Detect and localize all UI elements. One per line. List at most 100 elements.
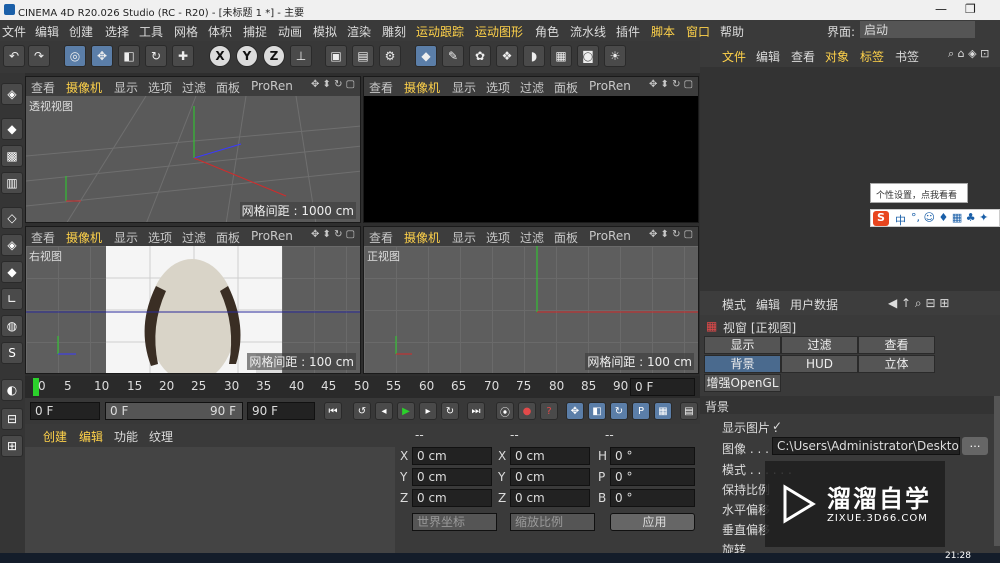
tab-hud[interactable]: HUD xyxy=(781,355,858,373)
vp-menu-panel[interactable]: 面板 xyxy=(554,79,578,96)
redo-icon[interactable]: ↷ xyxy=(28,45,50,67)
timeline-ruler[interactable]: 0 5 10 15 20 25 30 35 40 45 50 55 60 65 … xyxy=(25,376,700,398)
vp-menu-proren[interactable]: ProRen xyxy=(251,79,293,93)
vp-menu-display[interactable]: 显示 xyxy=(114,79,138,96)
solo-icon[interactable]: ◐ xyxy=(1,379,23,401)
vp-nav-icons[interactable]: ✥ ⬍ ↻ ▢ xyxy=(311,229,355,240)
vp-menu-display[interactable]: 显示 xyxy=(452,229,476,246)
menu-render[interactable]: 渲染 xyxy=(347,23,371,40)
render-settings-icon[interactable]: ⚙ xyxy=(379,45,401,67)
viewport-perspective[interactable]: 查看 摄像机 显示 选项 过滤 面板 ProRen ✥ ⬍ ↻ ▢ 透视视图 网… xyxy=(25,76,361,223)
vp-menu-panel[interactable]: 面板 xyxy=(216,229,240,246)
vp-menu-view[interactable]: 查看 xyxy=(369,229,393,246)
vp-menu-view[interactable]: 查看 xyxy=(369,79,393,96)
edges-mode-icon[interactable]: ◈ xyxy=(1,234,23,256)
axis-mode-icon[interactable]: ∟ xyxy=(1,288,23,310)
rot-p-field[interactable]: 0 ° xyxy=(610,468,695,486)
pos-y-field[interactable]: 0 cm xyxy=(412,468,492,486)
timeline-window-icon[interactable]: ▤ xyxy=(680,402,698,420)
keyframe-selection-icon[interactable]: ? xyxy=(540,402,558,420)
attr-menu-edit[interactable]: 编辑 xyxy=(756,296,780,313)
move-icon[interactable]: ✥ xyxy=(91,45,113,67)
vp-menu-panel[interactable]: 面板 xyxy=(554,229,578,246)
attr-menu-userdata[interactable]: 用户数据 xyxy=(790,296,838,313)
menu-motion-tracking[interactable]: 运动跟踪 xyxy=(416,23,464,40)
menu-volume[interactable]: 体积 xyxy=(208,23,232,40)
menu-script[interactable]: 脚本 xyxy=(651,23,675,40)
menu-file[interactable]: 文件 xyxy=(2,23,26,40)
vp-menu-proren[interactable]: ProRen xyxy=(251,229,293,243)
tab-filter[interactable]: 过滤 xyxy=(781,336,858,354)
render-picture-viewer-icon[interactable]: ▤ xyxy=(352,45,374,67)
menu-sculpt[interactable]: 雕刻 xyxy=(382,23,406,40)
menu-tools[interactable]: 工具 xyxy=(139,23,163,40)
attr-menu-mode[interactable]: 模式 xyxy=(722,296,746,313)
menu-help[interactable]: 帮助 xyxy=(720,23,744,40)
vp-menu-options[interactable]: 选项 xyxy=(148,229,172,246)
make-editable-icon[interactable]: ◈ xyxy=(1,83,23,105)
texture-mode-icon[interactable]: ▩ xyxy=(1,145,23,167)
menu-character[interactable]: 角色 xyxy=(535,23,559,40)
vp-nav-icons[interactable]: ✥ ⬍ ↻ ▢ xyxy=(649,229,693,240)
menu-snap[interactable]: 捕捉 xyxy=(243,23,267,40)
size-x-field[interactable]: 0 cm xyxy=(510,447,590,465)
goto-end-icon[interactable]: ⏭ xyxy=(467,402,485,420)
tab-display[interactable]: 显示 xyxy=(704,336,781,354)
play-icon[interactable]: ▶ xyxy=(397,402,415,420)
mat-menu-edit[interactable]: 编辑 xyxy=(79,428,103,445)
recent-tool-icon[interactable]: ✚ xyxy=(172,45,194,67)
vp-menu-display[interactable]: 显示 xyxy=(114,229,138,246)
live-select-icon[interactable]: ◎ xyxy=(64,45,86,67)
menu-create[interactable]: 创建 xyxy=(69,23,93,40)
start-frame-field[interactable]: 0 F xyxy=(30,402,100,420)
vp-menu-camera[interactable]: 摄像机 xyxy=(404,79,440,96)
next-key-icon[interactable]: ↻ xyxy=(441,402,459,420)
vp-menu-options[interactable]: 选项 xyxy=(486,229,510,246)
rot-b-field[interactable]: 0 ° xyxy=(610,489,695,507)
key-scale-icon[interactable]: ◧ xyxy=(588,402,606,420)
coordinate-system-icon[interactable]: ⊥ xyxy=(290,45,312,67)
maximize-button[interactable]: ❐ xyxy=(965,2,976,16)
vp-menu-proren[interactable]: ProRen xyxy=(589,79,631,93)
scale-select[interactable]: 缩放比例 xyxy=(510,513,595,531)
vp-menu-filter[interactable]: 过滤 xyxy=(182,229,206,246)
vp-menu-view[interactable]: 查看 xyxy=(31,229,55,246)
menu-mesh[interactable]: 网格 xyxy=(174,23,198,40)
obj-menu-edit[interactable]: 编辑 xyxy=(756,48,780,65)
goto-start-icon[interactable]: ⏮ xyxy=(324,402,342,420)
obj-menu-bookmarks[interactable]: 书签 xyxy=(895,48,919,65)
viewport-front[interactable]: 查看 摄像机 显示 选项 过滤 面板 ProRen ✥ ⬍ ↻ ▢ 正视图 网格… xyxy=(363,226,699,374)
record-keys-icon[interactable]: ⦿ xyxy=(496,402,514,420)
browse-button[interactable]: … xyxy=(962,437,988,455)
vp-menu-display[interactable]: 显示 xyxy=(452,79,476,96)
interface-select[interactable]: 启动 xyxy=(860,21,975,38)
vp-nav-icons[interactable]: ✥ ⬍ ↻ ▢ xyxy=(649,79,693,90)
vp-menu-options[interactable]: 选项 xyxy=(148,79,172,96)
prev-frame-icon[interactable]: ◂ xyxy=(375,402,393,420)
end-frame-field[interactable]: 90 F xyxy=(247,402,315,420)
obj-menu-object[interactable]: 对象 xyxy=(825,48,849,65)
key-parameter-icon[interactable]: P xyxy=(632,402,650,420)
tab-stereo[interactable]: 立体 xyxy=(858,355,935,373)
pen-icon[interactable]: ✎ xyxy=(442,45,464,67)
menu-plugins[interactable]: 插件 xyxy=(616,23,640,40)
apply-button[interactable]: 应用 xyxy=(610,513,695,531)
minimize-button[interactable]: — xyxy=(935,2,947,16)
light-icon[interactable]: ☀ xyxy=(604,45,626,67)
model-mode-icon[interactable]: ◆ xyxy=(1,118,23,140)
mat-menu-function[interactable]: 功能 xyxy=(114,428,138,445)
vp-menu-camera[interactable]: 摄像机 xyxy=(66,79,102,96)
pos-z-field[interactable]: 0 cm xyxy=(412,489,492,507)
key-rotation-icon[interactable]: ↻ xyxy=(610,402,628,420)
ime-tool-icons[interactable]: °, ☺ ♦ ▦ ♣ ✦ xyxy=(911,211,988,224)
obj-menu-file[interactable]: 文件 xyxy=(722,48,746,65)
prev-key-icon[interactable]: ↺ xyxy=(353,402,371,420)
vp-menu-view[interactable]: 查看 xyxy=(31,79,55,96)
attr-nav-icons[interactable]: ◀ ↑ ⌕ ⊟ ⊞ xyxy=(888,296,949,311)
rot-h-field[interactable]: 0 ° xyxy=(610,447,695,465)
tab-enhanced-opengl[interactable]: 增强OpenGL xyxy=(704,374,781,392)
image-path-field[interactable]: C:\Users\Administrator\Desktop xyxy=(772,437,960,455)
key-pla-icon[interactable]: ▦ xyxy=(654,402,672,420)
axis-z-button[interactable]: Z xyxy=(263,45,285,67)
vp-menu-filter[interactable]: 过滤 xyxy=(182,79,206,96)
